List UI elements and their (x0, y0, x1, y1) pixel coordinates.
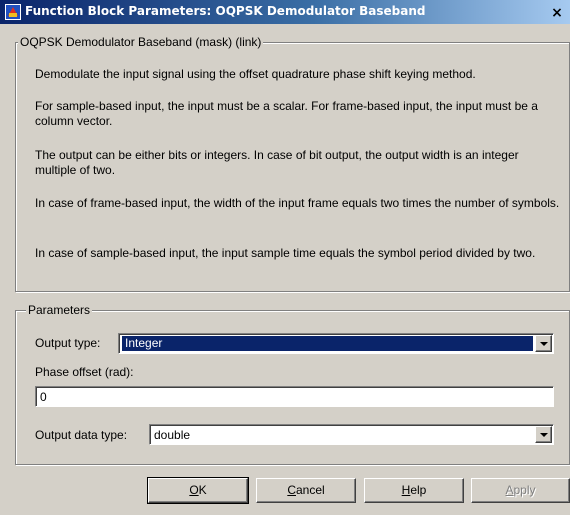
output-type-label: Output type: (35, 336, 101, 350)
cancel-label-rest: ancel (295, 483, 325, 497)
description-paragraph: In case of frame-based input, the width … (35, 196, 560, 210)
description-paragraph: The output can be either bits or integer… (35, 148, 519, 177)
output-type-dropdown[interactable]: Integer (118, 333, 554, 354)
apply-mnemonic: A (505, 483, 514, 497)
help-button[interactable]: Help (364, 478, 464, 503)
output-data-type-value: double (154, 428, 191, 442)
phase-offset-label: Phase offset (rad): (35, 365, 134, 379)
ok-label-rest: K (198, 483, 207, 497)
window-title: Function Block Parameters: OQPSK Demodul… (25, 4, 426, 18)
chevron-down-icon[interactable] (535, 426, 552, 443)
output-data-type-label: Output data type: (35, 428, 128, 442)
help-label-rest: elp (410, 483, 427, 497)
phase-offset-input[interactable]: 0 (35, 386, 554, 407)
simulink-block-icon (5, 4, 21, 20)
output-type-value: Integer (122, 336, 533, 351)
description-paragraph: In case of sample-based input, the input… (35, 246, 536, 260)
ok-mnemonic: O (189, 483, 199, 497)
close-icon[interactable]: × (550, 6, 564, 20)
chevron-down-icon[interactable] (535, 335, 552, 352)
description-paragraph: For sample-based input, the input must b… (35, 99, 538, 128)
apply-button[interactable]: Apply (471, 478, 570, 503)
cancel-button[interactable]: Cancel (256, 478, 356, 503)
cancel-mnemonic: C (287, 483, 296, 497)
description-paragraph: Demodulate the input signal using the of… (35, 67, 476, 81)
ok-button[interactable]: OK (147, 477, 249, 504)
title-bar[interactable]: Function Block Parameters: OQPSK Demodul… (0, 0, 570, 24)
description-group-legend: OQPSK Demodulator Baseband (mask) (link) (18, 35, 264, 49)
output-data-type-dropdown[interactable]: double (149, 424, 554, 445)
parameters-group-legend: Parameters (26, 303, 93, 317)
apply-label-rest: pply (513, 483, 536, 497)
